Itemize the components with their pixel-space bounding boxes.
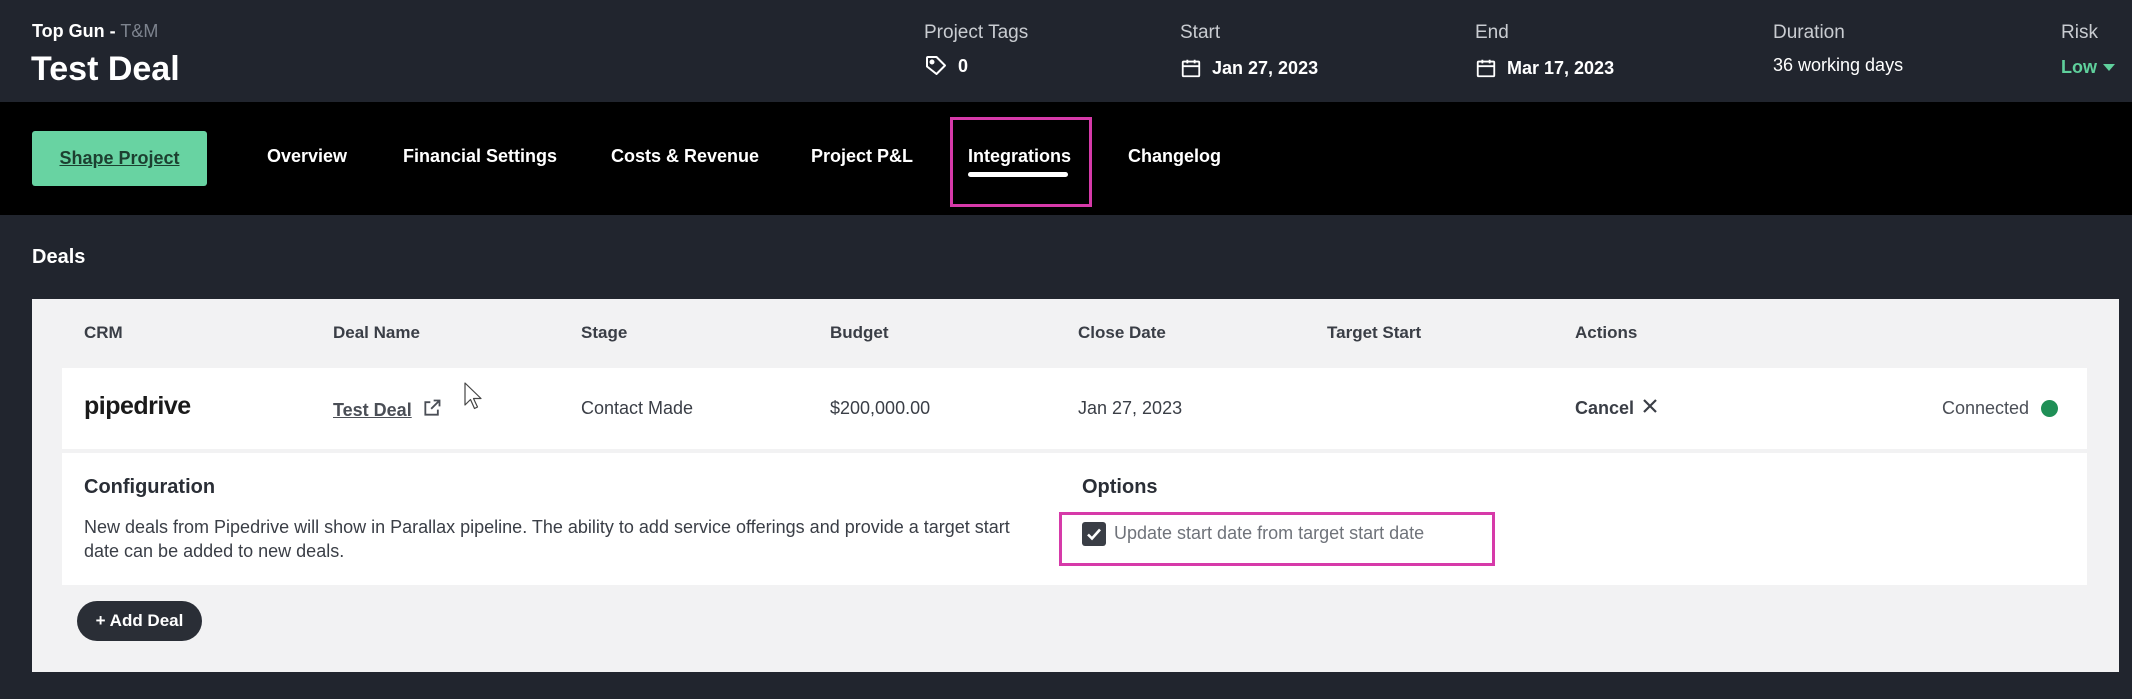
project-tags-count: 0 [958,55,969,76]
configuration-description: New deals from Pipedrive will show in Pa… [84,517,1010,561]
column-header-close-date: Close Date [1078,323,1166,342]
risk-dropdown[interactable]: Low [2061,57,2115,78]
risk-label: Risk [2061,22,2098,43]
calendar-icon [1180,57,1202,79]
mouse-cursor-icon [464,382,482,415]
configuration-title: Configuration [84,476,216,498]
deal-name-link[interactable]: Test Deal [333,398,442,423]
tab-integrations[interactable]: Integrations [968,146,1071,167]
update-start-date-label[interactable]: Update start date from target start date [1114,523,1424,544]
tab-project-pl[interactable]: Project P&L [811,146,913,167]
shape-project-button[interactable]: Shape Project [32,131,207,186]
duration-label: Duration [1773,22,1845,43]
start-label: Start [1180,22,1221,43]
connection-status-label: Connected [1942,398,2030,418]
external-link-icon [422,398,442,423]
project-type: T&M [120,21,159,41]
section-title: Deals [32,246,86,268]
deal-stage: Contact Made [581,398,694,418]
active-tab-underline [968,172,1068,177]
client-line: Top Gun - T&M [32,21,158,42]
options-title: Options [1082,476,1158,498]
tag-icon [924,54,948,78]
column-header-actions: Actions [1575,323,1638,342]
start-value-row[interactable]: Jan 27, 2023 [1180,57,1318,79]
deal-close-date: Jan 27, 2023 [1078,398,1183,418]
tab-financial-settings[interactable]: Financial Settings [403,146,557,167]
start-date[interactable]: Start Jan 27, 2023 [1180,22,1318,79]
project-header: Top Gun - T&M Test Deal Project Tags 0 S… [0,0,2132,102]
risk-value: Low [2061,57,2097,77]
cancel-button[interactable]: Cancel [1575,398,1658,419]
tab-changelog[interactable]: Changelog [1128,146,1221,167]
status-dot-icon [2041,400,2059,417]
column-header-deal-name: Deal Name [333,323,420,342]
client-name: Top Gun - [32,21,116,41]
tab-overview[interactable]: Overview [267,146,347,167]
end-value-row[interactable]: Mar 17, 2023 [1475,57,1614,79]
column-header-target-start: Target Start [1327,323,1422,342]
column-header-crm: CRM [84,323,123,342]
pipedrive-logo: pipedrive [84,392,191,420]
update-start-date-checkbox[interactable] [1082,522,1106,546]
project-nav: Shape Project Overview Financial Setting… [0,102,2132,215]
project-tags-value-row[interactable]: 0 [924,54,1028,78]
calendar-icon [1475,57,1497,79]
close-icon [1642,398,1658,419]
page-title: Test Deal [31,50,180,88]
column-header-budget: Budget [830,323,889,342]
cancel-label: Cancel [1575,398,1635,418]
tab-costs-revenue[interactable]: Costs & Revenue [611,146,759,167]
project-tags-label: Project Tags [924,22,1029,43]
add-deal-button[interactable]: + Add Deal [77,601,202,641]
end-label: End [1475,22,1509,43]
check-icon [1087,528,1101,541]
column-header-stage: Stage [581,323,628,342]
duration: Duration 36 working days [1773,22,1903,76]
end-date[interactable]: End Mar 17, 2023 [1475,22,1614,79]
project-tags[interactable]: Project Tags 0 [924,22,1028,78]
connection-status: Connected [1942,398,2059,419]
risk[interactable]: Risk Low [2061,22,2115,78]
duration-value: 36 working days [1773,55,1904,75]
deal-budget: $200,000.00 [830,398,931,418]
deal-name: Test Deal [333,400,412,420]
caret-down-icon [2103,63,2115,72]
end-value: Mar 17, 2023 [1507,57,1615,78]
start-value: Jan 27, 2023 [1212,57,1319,78]
